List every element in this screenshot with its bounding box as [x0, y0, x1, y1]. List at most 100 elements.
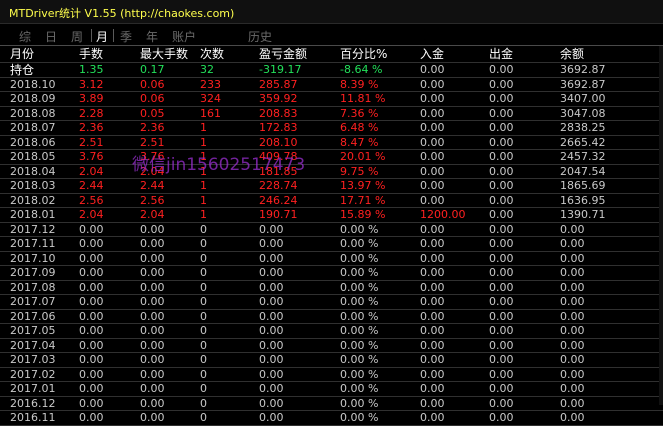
header-withdrawal[interactable]: 出金: [489, 46, 513, 63]
cell-withdrawal: 0.00: [489, 92, 514, 105]
vertical-scrollbar[interactable]: [659, 46, 663, 405]
cell-withdrawal: 0.00: [489, 193, 514, 207]
header-profit[interactable]: 盈亏金额: [259, 46, 307, 63]
cell-balance: 3692.87: [560, 63, 606, 76]
tab-account[interactable]: 账户: [172, 28, 196, 45]
title-bar: MTDriver统计 V1.55 (http://chaokes.com): [0, 0, 663, 24]
cell-max-lots: 0.00: [140, 237, 165, 250]
tab-quarter[interactable]: 季: [120, 28, 132, 45]
table-row[interactable]: 2017.04 0.00 0.00 0 0.00 0.00 % 0.00 0.00 0.00: [0, 338, 663, 353]
cell-month: 2018.07: [10, 121, 56, 134]
table-row[interactable]: 2017.01 0.00 0.00 0 0.00 0.00 % 0.00 0.00 0.00: [0, 382, 663, 397]
cell-percent: 0.00 %: [340, 396, 379, 410]
tab-week[interactable]: 周: [71, 28, 83, 45]
table-row[interactable]: 2018.09 3.89 0.06 324 359.92 11.81 % 0.00 0.00 3…: [0, 92, 663, 107]
header-deposit[interactable]: 入金: [420, 46, 444, 63]
cell-month: 2017.03: [10, 353, 56, 366]
cell-percent: 0.00 %: [340, 382, 379, 395]
cell-trades: 0: [200, 353, 207, 366]
cell-deposit: 0.00: [420, 150, 445, 163]
cell-trades: 0: [200, 338, 207, 352]
cell-deposit: 0.00: [420, 193, 445, 207]
table-row[interactable]: 2016.11 0.00 0.00 0 0.00 0.00 % 0.00 0.00 0.00: [0, 411, 663, 426]
cell-month: 2018.08: [10, 106, 56, 120]
window-title: MTDriver统计 V1.55 (http://chaokes.com): [9, 7, 235, 20]
cell-withdrawal: 0.00: [489, 309, 514, 323]
cell-profit: 285.87: [259, 77, 298, 91]
table-row[interactable]: 2017.07 0.00 0.00 0 0.00 0.00 % 0.00 0.00 0.00: [0, 295, 663, 310]
cell-percent: 7.36 %: [340, 106, 379, 120]
cell-profit: 359.92: [259, 92, 298, 105]
table-row-open-positions[interactable]: 持仓 1.35 0.17 32 -319.17 -8.64 % 0.00 0.00 3692.8…: [0, 63, 663, 78]
table-row[interactable]: 2017.11 0.00 0.00 0 0.00 0.00 % 0.00 0.00 0.00: [0, 237, 663, 252]
cell-withdrawal: 0.00: [489, 396, 514, 410]
table-row[interactable]: 2018.06 2.51 2.51 1 208.10 8.47 % 0.00 0.00 2665…: [0, 135, 663, 150]
header-max-lots[interactable]: 最大手数: [140, 46, 188, 63]
cell-percent: 0.00 %: [340, 309, 379, 323]
table-row[interactable]: 2018.05 3.76 3.76 1 409.78 20.01 % 0.00 0.00 245…: [0, 150, 663, 165]
tab-overview[interactable]: 综: [19, 28, 31, 45]
table-row[interactable]: 2018.03 2.44 2.44 1 228.74 13.97 % 0.00 0.00 186…: [0, 179, 663, 194]
table-row[interactable]: 2018.04 2.04 2.04 1 181.85 9.75 % 0.00 0.00 2047…: [0, 164, 663, 179]
table-row[interactable]: 2016.12 0.00 0.00 0 0.00 0.00 % 0.00 0.00 0.00: [0, 396, 663, 411]
tab-separator: [113, 29, 114, 42]
cell-month: 2017.01: [10, 382, 56, 395]
cell-max-lots: 0.00: [140, 324, 165, 337]
cell-percent: 0.00 %: [340, 266, 379, 279]
header-balance[interactable]: 余额: [560, 46, 584, 63]
cell-withdrawal: 0.00: [489, 121, 514, 134]
tab-history[interactable]: 历史: [248, 28, 272, 45]
table-row[interactable]: 2018.07 2.36 2.36 1 172.83 6.48 % 0.00 0.00 2838…: [0, 121, 663, 136]
table-row[interactable]: 2018.08 2.28 0.05 161 208.83 7.36 % 0.00 0.00 30…: [0, 106, 663, 121]
table-row[interactable]: 2018.02 2.56 2.56 1 246.24 17.71 % 0.00 0.00 163…: [0, 193, 663, 208]
cell-deposit: 1200.00: [420, 208, 466, 221]
cell-percent: 8.39 %: [340, 77, 379, 91]
cell-max-lots: 0.00: [140, 396, 165, 410]
cell-lots: 0.00: [79, 222, 104, 236]
cell-withdrawal: 0.00: [489, 106, 514, 120]
table-row[interactable]: 2017.12 0.00 0.00 0 0.00 0.00 % 0.00 0.00 0.00: [0, 222, 663, 237]
cell-trades: 1: [200, 208, 207, 221]
cell-max-lots: 0.00: [140, 280, 165, 294]
table-row[interactable]: 2017.09 0.00 0.00 0 0.00 0.00 % 0.00 0.00 0.00: [0, 266, 663, 281]
cell-month: 2018.05: [10, 150, 56, 163]
cell-withdrawal: 0.00: [489, 324, 514, 337]
cell-lots: 0.00: [79, 382, 104, 395]
cell-lots: 3.12: [79, 77, 104, 91]
cell-lots: 0.00: [79, 367, 104, 381]
cell-max-lots: 0.06: [140, 92, 165, 105]
cell-profit: 0.00: [259, 222, 284, 236]
table-row[interactable]: 2017.05 0.00 0.00 0 0.00 0.00 % 0.00 0.00 0.00: [0, 324, 663, 339]
table-row[interactable]: 2018.10 3.12 0.06 233 285.87 8.39 % 0.00 0.00 36…: [0, 77, 663, 92]
table-row[interactable]: 2017.03 0.00 0.00 0 0.00 0.00 % 0.00 0.00 0.00: [0, 353, 663, 368]
header-lots[interactable]: 手数: [79, 46, 103, 63]
cell-month: 2017.05: [10, 324, 56, 337]
cell-month: 2016.11: [10, 411, 56, 424]
header-trades[interactable]: 次数: [200, 46, 224, 63]
cell-withdrawal: 0.00: [489, 251, 514, 265]
cell-deposit: 0.00: [420, 135, 445, 149]
cell-deposit: 0.00: [420, 237, 445, 250]
tab-day[interactable]: 日: [45, 28, 57, 45]
tab-month[interactable]: 月: [96, 28, 108, 45]
cell-percent: 0.00 %: [340, 237, 379, 250]
cell-trades: 0: [200, 367, 207, 381]
table-row[interactable]: 2017.10 0.00 0.00 0 0.00 0.00 % 0.00 0.00 0.00: [0, 251, 663, 266]
table-row[interactable]: 2017.08 0.00 0.00 0 0.00 0.00 % 0.00 0.00 0.00: [0, 280, 663, 295]
header-percent[interactable]: 百分比%: [340, 46, 387, 63]
cell-withdrawal: 0.00: [489, 266, 514, 279]
cell-deposit: 0.00: [420, 353, 445, 366]
cell-lots: 2.36: [79, 121, 104, 134]
cell-withdrawal: 0.00: [489, 135, 514, 149]
cell-max-lots: 2.51: [140, 135, 165, 149]
cell-percent: 0.00 %: [340, 324, 379, 337]
table-row[interactable]: 2017.02 0.00 0.00 0 0.00 0.00 % 0.00 0.00 0.00: [0, 367, 663, 382]
cell-withdrawal: 0.00: [489, 411, 514, 424]
cell-lots: 2.04: [79, 164, 104, 178]
table-row[interactable]: 2018.01 2.04 2.04 1 190.71 15.89 % 1200.00 0.00…: [0, 208, 663, 223]
tab-year[interactable]: 年: [146, 28, 158, 45]
cell-deposit: 0.00: [420, 411, 445, 424]
table-row[interactable]: 2017.06 0.00 0.00 0 0.00 0.00 % 0.00 0.00 0.00: [0, 309, 663, 324]
header-month[interactable]: 月份: [10, 46, 34, 63]
cell-withdrawal: 0.00: [489, 280, 514, 294]
